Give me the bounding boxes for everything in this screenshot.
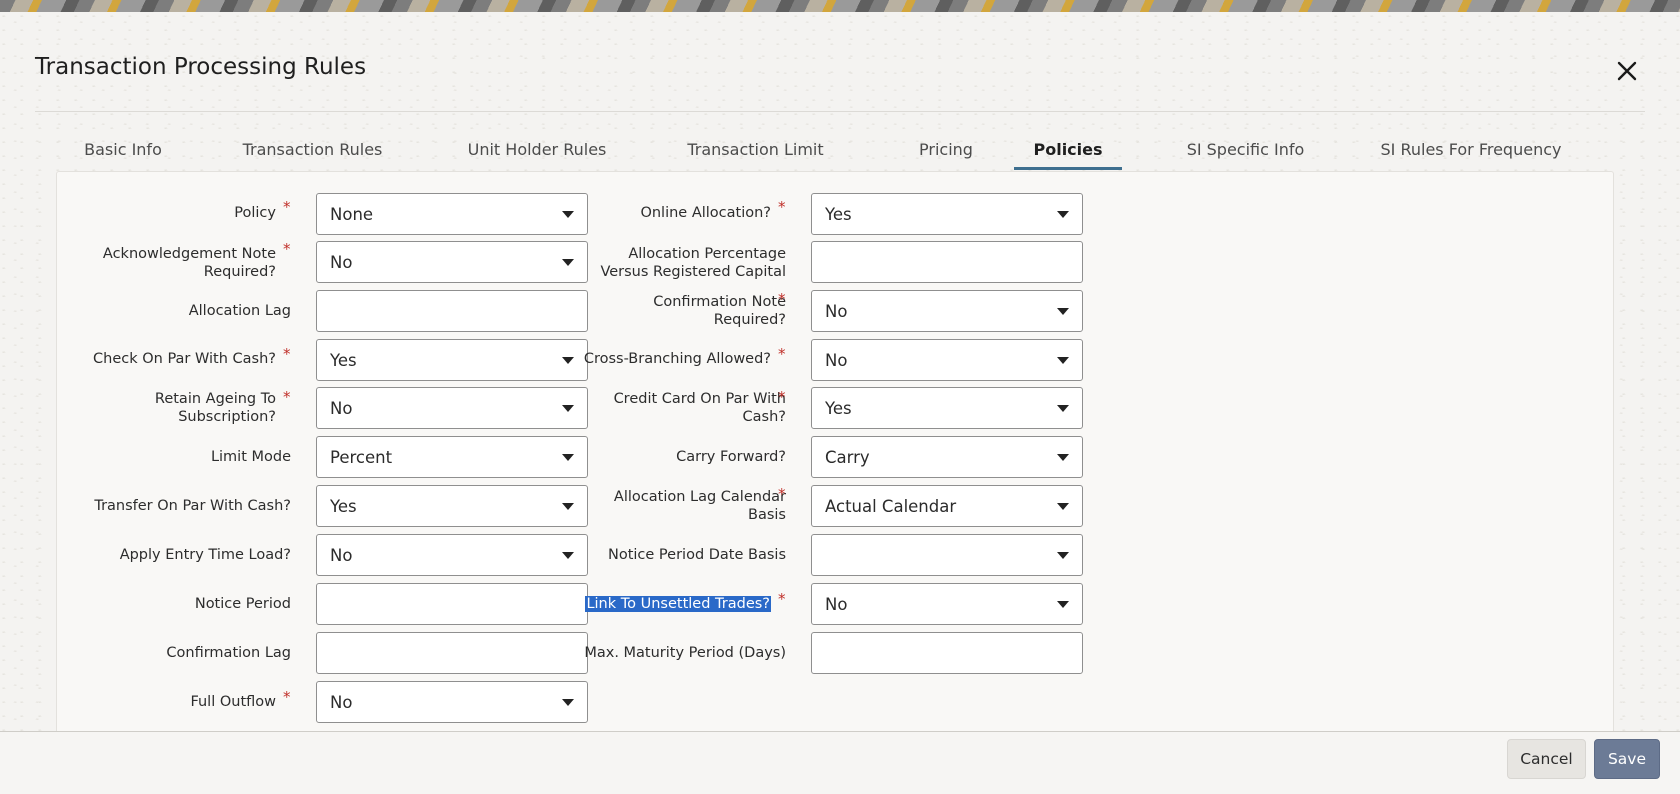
chevron-down-icon [562, 259, 574, 266]
retain-ageing-to-subscription-label: Retain Ageing To Subscription? [154, 391, 276, 425]
online-allocation-select[interactable]: Yes [811, 193, 1083, 235]
online-allocation-label: Online Allocation? [640, 205, 771, 221]
chevron-down-icon [562, 552, 574, 559]
confirmation-note-required-select[interactable]: No [811, 290, 1083, 332]
allocation-lag-calendar-basis-label: Allocation Lag Calendar Basis [613, 489, 786, 523]
tab-transaction-limit[interactable]: Transaction Limit [683, 128, 828, 170]
chevron-down-icon [562, 357, 574, 364]
notice-period-label: Notice Period [194, 596, 291, 612]
transfer-on-par-with-cash-select[interactable]: Yes [316, 485, 588, 527]
check-on-par-with-cash-label: Check On Par With Cash? [93, 351, 276, 367]
dialog-footer [0, 731, 1680, 794]
carry-forward-select[interactable]: Carry [811, 436, 1083, 478]
confirmation-lag-input[interactable] [316, 632, 588, 674]
link-to-unsettled-trades-select[interactable]: No [811, 583, 1083, 625]
cross-branching-allowed-select[interactable]: No [811, 339, 1083, 381]
check-on-par-with-cash-select[interactable]: Yes [316, 339, 588, 381]
tab-policies[interactable]: Policies [1014, 128, 1122, 170]
required-marker: * [283, 198, 291, 216]
chevron-down-icon [1057, 308, 1069, 315]
allocation-lag-input[interactable] [316, 290, 588, 332]
tab-transaction-rules[interactable]: Transaction Rules [240, 128, 385, 170]
policy-label: Policy [234, 205, 276, 221]
chevron-down-icon [562, 454, 574, 461]
full-outflow-label: Full Outflow [190, 694, 276, 710]
chevron-down-icon [562, 405, 574, 412]
link-to-unsettled-trades-label: Link To Unsettled Trades? [580, 595, 771, 613]
required-marker: * [778, 590, 786, 608]
confirmation-lag-label: Confirmation Lag [166, 645, 291, 661]
chevron-down-icon [562, 699, 574, 706]
allocation-lag-calendar-basis-select[interactable]: Actual Calendar [811, 485, 1083, 527]
tab-bar: Basic Info Transaction Rules Unit Holder… [56, 128, 1616, 170]
tab-si-specific-info[interactable]: SI Specific Info [1168, 128, 1323, 170]
confirmation-note-required-label: Confirmation Note Required? [653, 294, 786, 328]
required-marker: * [778, 345, 786, 363]
selected-text-highlight: Link To Unsettled Trades? [585, 596, 771, 612]
allocation-percentage-versus-registered-capital-input[interactable] [811, 241, 1083, 283]
required-marker: * [283, 345, 291, 363]
chevron-down-icon [1057, 405, 1069, 412]
close-icon[interactable] [1614, 58, 1640, 84]
background-banner [0, 0, 1680, 12]
required-marker: * [283, 240, 291, 258]
full-outflow-select[interactable]: No [316, 681, 588, 723]
carry-forward-label: Carry Forward? [676, 449, 786, 465]
cancel-button[interactable]: Cancel [1507, 739, 1586, 779]
notice-period-input[interactable] [316, 583, 588, 625]
chevron-down-icon [1057, 454, 1069, 461]
chevron-down-icon [562, 211, 574, 218]
tab-basic-info[interactable]: Basic Info [78, 128, 168, 170]
allocation-lag-label: Allocation Lag [188, 303, 291, 319]
required-marker: * [778, 485, 786, 503]
tab-si-rules-for-frequency[interactable]: SI Rules For Frequency [1376, 128, 1566, 170]
cross-branching-allowed-label: Cross-Branching Allowed? [583, 351, 771, 367]
chevron-down-icon [1057, 211, 1069, 218]
acknowledgement-note-required-select[interactable]: No [316, 241, 588, 283]
required-marker: * [778, 388, 786, 406]
limit-mode-label: Limit Mode [210, 449, 291, 465]
chevron-down-icon [1057, 601, 1069, 608]
save-button[interactable]: Save [1594, 739, 1660, 779]
required-marker: * [778, 198, 786, 216]
dialog-title: Transaction Processing Rules [35, 54, 367, 80]
chevron-down-icon [1057, 552, 1069, 559]
max-maturity-period-days-input[interactable] [811, 632, 1083, 674]
required-marker: * [778, 290, 786, 308]
chevron-down-icon [1057, 357, 1069, 364]
notice-period-date-basis-label: Notice Period Date Basis [608, 547, 786, 563]
limit-mode-select[interactable]: Percent [316, 436, 588, 478]
required-marker: * [283, 388, 291, 406]
apply-entry-time-load-label: Apply Entry Time Load? [119, 547, 291, 563]
credit-card-on-par-with-cash-select[interactable]: Yes [811, 387, 1083, 429]
max-maturity-period-days-label: Max. Maturity Period (Days) [584, 645, 786, 661]
required-marker: * [283, 688, 291, 706]
allocation-percentage-versus-registered-capital-label: Allocation Percentage Versus Registered … [600, 246, 786, 280]
title-divider [35, 111, 1645, 112]
retain-ageing-to-subscription-select[interactable]: No [316, 387, 588, 429]
apply-entry-time-load-select[interactable]: No [316, 534, 588, 576]
policy-select[interactable]: None [316, 193, 588, 235]
credit-card-on-par-with-cash-label: Credit Card On Par With Cash? [613, 391, 786, 425]
chevron-down-icon [1057, 503, 1069, 510]
transfer-on-par-with-cash-label: Transfer On Par With Cash? [94, 498, 291, 514]
chevron-down-icon [562, 503, 574, 510]
acknowledgement-note-required-label: Acknowledgement Note Required? [102, 246, 276, 280]
tab-pricing[interactable]: Pricing [901, 128, 991, 170]
notice-period-date-basis-select[interactable] [811, 534, 1083, 576]
tab-unit-holder-rules[interactable]: Unit Holder Rules [462, 128, 612, 170]
